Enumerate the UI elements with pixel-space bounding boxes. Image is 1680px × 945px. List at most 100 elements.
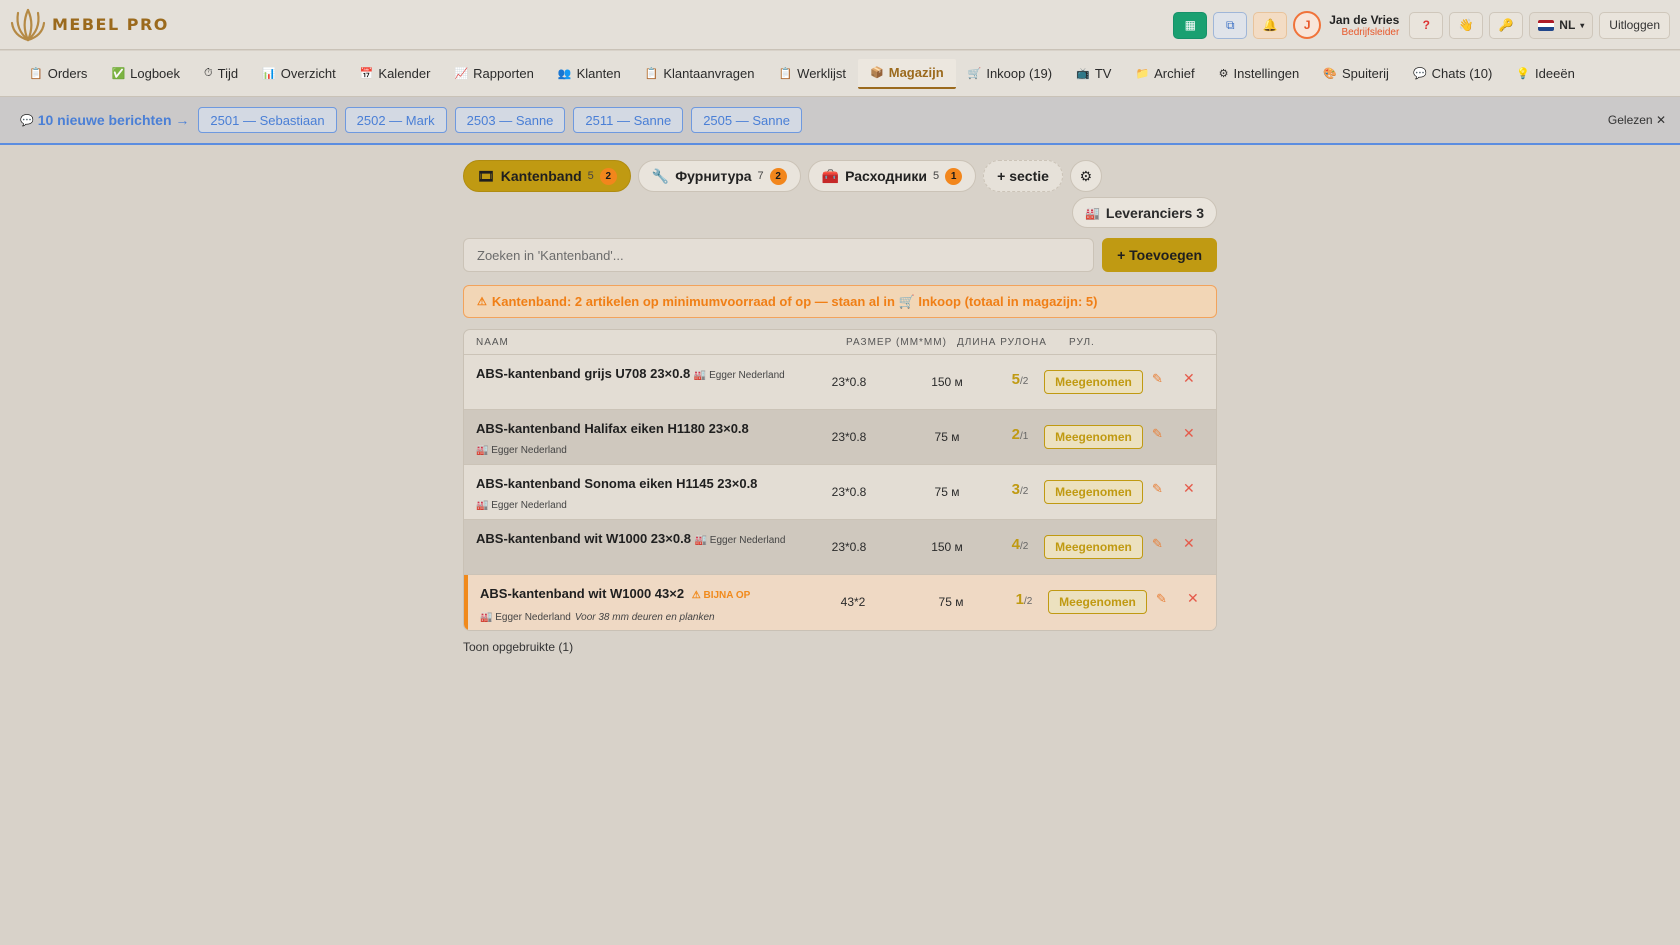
roll-count: 4/2 — [1000, 536, 1040, 553]
supplier-name: Egger Nederland — [709, 535, 786, 546]
nav-icon: 🎨 — [1323, 68, 1337, 80]
pencil-icon[interactable]: ✎ — [1152, 371, 1163, 387]
table-row: ABS-kantenband Halifax eiken H1180 23×0.… — [464, 410, 1216, 465]
add-section-button[interactable]: + sectie — [983, 160, 1063, 192]
logo[interactable]: MEBEL PRO — [10, 7, 169, 43]
message-chip[interactable]: 2501 — Sebastiaan — [198, 107, 337, 133]
taken-button[interactable]: Meegenomen — [1044, 535, 1143, 559]
nav-item-kalender[interactable]: 📅 Kalender — [348, 59, 443, 89]
nav-item-archief[interactable]: 📁 Archief — [1123, 59, 1206, 89]
nav-icon: 📊 — [262, 68, 276, 80]
language-label: NL — [1559, 18, 1576, 32]
supplier-name: Egger Nederland — [495, 612, 571, 623]
pencil-icon[interactable]: ✎ — [1152, 426, 1163, 442]
rolls-value: 2 — [1011, 426, 1020, 443]
table-header: NAAM РАЗМЕР (ММ*ММ) ДЛИНА РУЛОНА РУЛ. — [464, 330, 1216, 355]
show-used-link[interactable]: Toon opgebruikte (1) — [463, 640, 1217, 654]
col-rolls: РУЛ. — [1069, 337, 1095, 348]
nav-item-tv[interactable]: 📺 TV — [1064, 59, 1123, 89]
add-item-button[interactable]: + Toevoegen — [1102, 238, 1217, 272]
nav-item-overzicht[interactable]: 📊 Overzicht — [250, 59, 348, 89]
taken-button[interactable]: Meegenomen — [1044, 425, 1143, 449]
delete-icon[interactable]: ✕ — [1187, 590, 1199, 607]
tab-count: 5 — [933, 170, 940, 182]
top-header: MEBEL PRO ▦ ⧉ 🔔 J Jan de Vries Bedrijfsl… — [0, 0, 1680, 50]
message-chip[interactable]: 2505 — Sanne — [691, 107, 802, 133]
nav-label: Rapporten — [473, 66, 534, 81]
close-icon: ✕ — [1655, 113, 1666, 127]
nav-icon: 📅 — [359, 68, 374, 80]
taken-button[interactable]: Meegenomen — [1044, 370, 1143, 394]
warning-icon: ⚠ — [477, 296, 487, 308]
nav-item-magazijn[interactable]: 📦 Magazijn — [858, 58, 956, 89]
nav-icon: 💡 — [1516, 68, 1531, 80]
delete-icon[interactable]: ✕ — [1183, 425, 1195, 442]
col-name: NAAM — [476, 337, 509, 348]
tape-icon: 🎞 — [477, 167, 495, 184]
logout-button[interactable]: Uitloggen — [1599, 11, 1670, 39]
pencil-icon[interactable]: ✎ — [1156, 591, 1167, 607]
nav-item-tijd[interactable]: ⏱ Tijd — [192, 59, 250, 89]
nav-item-spuiterij[interactable]: 🎨 Spuiterij — [1311, 59, 1401, 89]
taken-button[interactable]: Meegenomen — [1048, 590, 1147, 614]
nav-icon: 📦 — [870, 67, 884, 79]
nav-item-werklijst[interactable]: 📋 Werklijst — [766, 59, 858, 89]
help-icon[interactable]: ? — [1409, 11, 1444, 39]
nav-item-rapporten[interactable]: 📈 Rapporten — [442, 59, 545, 89]
hand-icon[interactable]: 👋 — [1449, 11, 1484, 39]
table-row: ABS-kantenband Sonoma eiken H1145 23×0.8… — [464, 465, 1216, 520]
bell-icon[interactable]: 🔔 — [1253, 11, 1288, 39]
delete-icon[interactable]: ✕ — [1183, 535, 1195, 552]
pencil-icon[interactable]: ✎ — [1152, 536, 1163, 552]
pencil-icon[interactable]: ✎ — [1152, 481, 1163, 497]
nav-icon: 💬 — [1412, 68, 1427, 80]
taken-button[interactable]: Meegenomen — [1044, 480, 1143, 504]
key-icon[interactable]: 🔑 — [1489, 11, 1524, 39]
nav-item-orders[interactable]: 📋 Orders — [17, 59, 99, 89]
table-row: ABS-kantenband wit W1000 43×2 ⚠ BIJNA OP… — [464, 575, 1216, 630]
search-input[interactable] — [463, 238, 1095, 272]
suppliers-button[interactable]: 🏭 Leveranciers 3 — [1071, 197, 1217, 228]
nav-item-klantaanvragen[interactable]: 📋 Klantaanvragen — [633, 59, 767, 89]
alert-badge: 2 — [599, 167, 617, 185]
nav-icon: 📈 — [454, 68, 469, 80]
tab-furnitura[interactable]: 🔧 Фурнитура 7 2 — [637, 160, 801, 192]
delete-icon[interactable]: ✕ — [1183, 370, 1195, 387]
item-name: ABS-kantenband wit W1000 43×2 — [480, 586, 685, 601]
nav-item-logboek[interactable]: ✅ Logboek — [99, 59, 192, 89]
col-length: ДЛИНА РУЛОНА — [957, 337, 1047, 348]
nav-icon: 📋 — [29, 68, 43, 80]
nav-item-inkoop-19[interactable]: 🛒 Inkoop (19) — [956, 59, 1064, 89]
logo-leaf-icon — [10, 8, 46, 41]
alert-badge: 2 — [769, 167, 787, 185]
stock-table: NAAM РАЗМЕР (ММ*ММ) ДЛИНА РУЛОНА РУЛ. AB… — [463, 329, 1217, 631]
message-chip[interactable]: 2511 — Sanne — [573, 107, 684, 133]
app-name: MEBEL PRO — [52, 15, 169, 34]
nav-item-instellingen[interactable]: ⚙ Instellingen — [1207, 59, 1312, 89]
supplier: 🏭 Egger Nederland — [476, 445, 567, 456]
refresh-icon[interactable]: ⧉ — [1213, 11, 1248, 39]
mark-read-button[interactable]: Gelezen ✕ — [1608, 113, 1666, 127]
gear-icon[interactable]: ⚙ — [1069, 160, 1102, 192]
messages-link[interactable]: 10 nieuwe berichten → — [38, 112, 190, 128]
chevron-down-icon: ▾ — [1580, 20, 1585, 30]
item-name: ABS-kantenband Sonoma eiken H1145 23×0.8 — [476, 476, 758, 491]
nav-label: Logboek — [130, 66, 181, 81]
table-row: ABS-kantenband wit W1000 23×0.8 🏭 Egger … — [464, 520, 1216, 575]
nav-item-ideeën[interactable]: 💡 Ideeën — [1504, 59, 1586, 89]
delete-icon[interactable]: ✕ — [1183, 480, 1195, 497]
message-chip[interactable]: 2502 — Mark — [344, 107, 447, 133]
language-select[interactable]: NL ▾ — [1529, 11, 1594, 39]
wrench-icon: 🔧 — [651, 167, 670, 184]
factory-icon: 🏭 — [480, 612, 493, 623]
nav-item-klanten[interactable]: 👥 Klanten — [546, 59, 633, 89]
message-chip[interactable]: 2503 — Sanne — [454, 107, 566, 133]
grid-add-icon[interactable]: ▦ — [1173, 11, 1208, 39]
item-note: Voor 38 mm deuren en planken — [574, 612, 715, 623]
tab-raskhodniki[interactable]: 🧰 Расходники 5 1 — [807, 160, 977, 192]
avatar[interactable]: J — [1293, 11, 1322, 39]
rolls-value: 3 — [1011, 481, 1020, 498]
item-cell: ABS-kantenband wit W1000 23×0.8 🏭 Egger … — [476, 529, 806, 551]
tab-kantenband[interactable]: 🎞 Kantenband 5 2 — [463, 160, 631, 192]
nav-item-chats-10[interactable]: 💬 Chats (10) — [1401, 59, 1504, 89]
